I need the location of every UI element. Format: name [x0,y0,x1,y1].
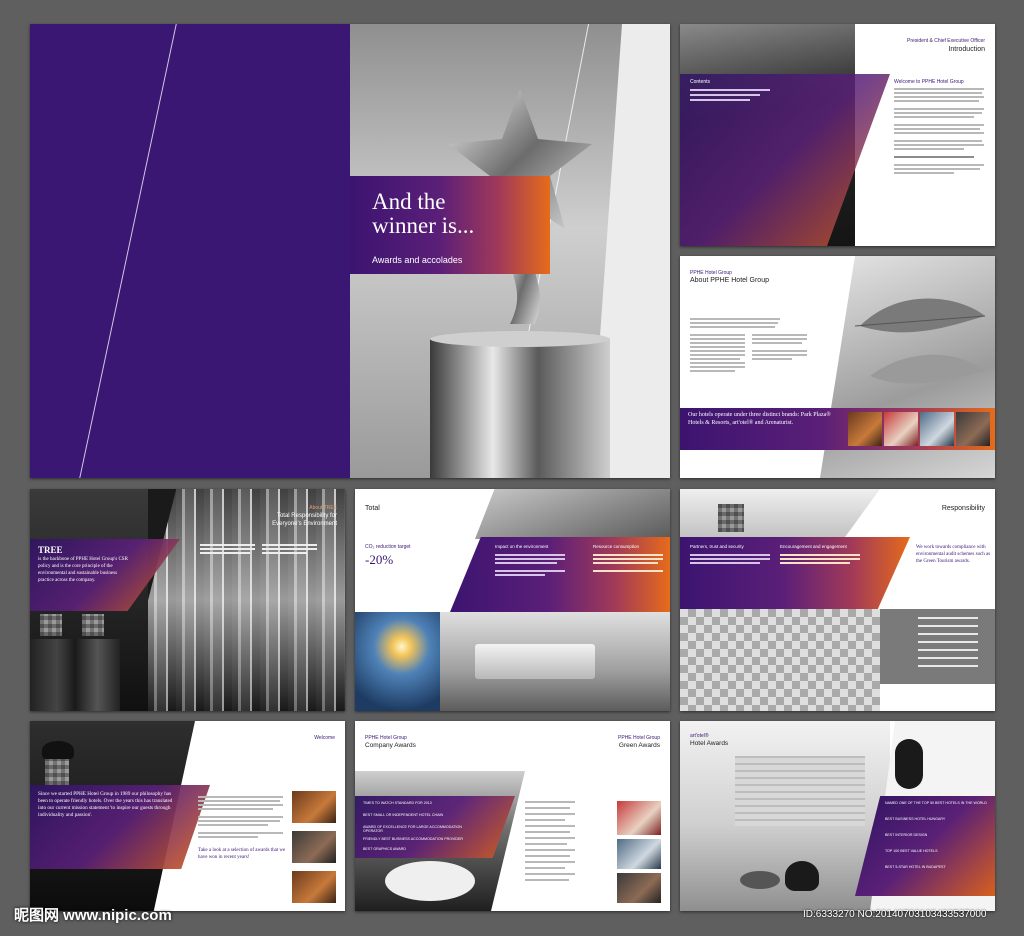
lobby-text-wall [735,756,865,826]
star-trophy-icon [430,89,610,478]
responsibility-spread: Responsibility Partners, trust and secur… [680,489,995,711]
about-thumb-3 [920,412,954,446]
sky-photo [355,612,440,711]
about-title: About PPHE Hotel Group [690,277,769,284]
person-photo-2 [82,614,104,636]
hotel-award-2: BEST BUSINESS HOTEL HUNGARY [885,817,946,821]
resp-quote: We work towards compliance with environm… [916,545,991,564]
company-award-3: AWARD OF EXCELLENCE FOR LARGE ACCOMMODAT… [363,825,462,833]
hotel-award-1: NAMED ONE OF THE TOP 50 BEST HOTELS IN T… [885,801,987,805]
person-photo-3 [718,504,744,532]
green-thumb-2 [617,839,661,869]
green-thumb-3 [617,873,661,903]
resp-grey-panel [880,609,995,684]
checker-photo [680,609,880,711]
conference-table [385,861,475,901]
people-bodies [30,639,120,711]
hotel-award-3: BEST INTERIOR DESIGN [885,833,928,837]
about-kicker: PPHE Hotel Group [690,270,732,276]
about-thumb-4 [956,412,990,446]
welcome-thumb-1 [292,791,336,823]
resp-col1-heading: Partners, trust and security [690,544,744,549]
about-brands-text: Our hotels operate under three distinct … [688,412,831,426]
green-awards-kicker: PPHE Hotel Group [618,735,660,741]
intro-kicker: President & Chief Executive Officer [907,38,985,44]
intro-spread: Contents President & Chief Executive Off… [680,24,995,246]
company-award-4: FRIENDLY BEST BUSINESS ACCOMMODATION PRO… [363,837,463,841]
cover-title-line1: And the [372,189,446,214]
hotel-awards-spread: art'otel® Hotel Awards NAMED ONE OF THE … [680,721,995,911]
total-col2-heading: Resource consumption [593,544,640,549]
company-awards-kicker: PPHE Hotel Group [365,735,407,741]
total-stat-value: -20% [365,552,394,567]
hotel-awards-title: Hotel Awards [690,740,729,747]
cover-subtitle: Awards and accolades [372,255,463,265]
green-awards-title: Green Awards [618,742,660,749]
lobby-chair-icon-2 [740,871,780,889]
cover-purple-panel [30,24,350,478]
about-spread: PPHE Hotel Group About PPHE Hotel Group … [680,256,995,478]
responsibility-title: Responsibility [941,505,985,512]
resp-col2-heading: Encouragement and engagement [780,544,847,549]
about-thumb-2 [884,412,918,446]
person-photo-1 [40,614,62,636]
company-awards-spread: PPHE Hotel Group Company Awards PPHE Hot… [355,721,670,911]
intro-title: Introduction [948,46,985,53]
total-photo-top [475,489,670,539]
company-award-2: BEST SMALL OR INDEPENDENT HOTEL CHAIN [363,813,444,817]
intro-heading: Welcome to PPHE Hotel Group [894,79,964,85]
welcome-cta: Take a look at a selection of awards tha… [198,848,286,860]
green-thumb-1 [617,801,661,835]
about-thumb-1 [848,412,882,446]
tree-heading: TREE [38,545,63,555]
tree-kicker: About TREE [309,505,337,511]
leaf-icon [854,298,986,384]
hat-icon [42,741,74,759]
company-award-5: BEST GRAPHICS AWARD [363,847,406,851]
tree-title-line1: Total Responsibility for [276,513,337,519]
lounge-sofa [475,644,595,679]
tree-body: is the backbone of PPHE Hotel Group's CS… [38,557,128,583]
total-col1-heading: Impact on the environment [495,544,549,549]
hotel-award-4: TOP 100 BEST VALUE HOTELS [885,849,938,853]
welcome-title: Welcome [314,735,335,741]
dial-icon [895,739,923,789]
hotel-awards-kicker: art'otel® [690,733,709,739]
person-photo-4 [45,759,69,785]
lobby-chair-icon [785,861,819,891]
hotel-award-5: BEST 5-STAR HOTEL IN BUDAPEST [885,865,946,869]
welcome-spread: Since we started PPHE Hotel Group in 198… [30,721,345,911]
cover-spread: And the winner is... Awards and accolade… [30,24,670,478]
nipic-logo: 昵图网 www.nipic.com [14,907,172,924]
welcome-thumb-2 [292,831,336,863]
welcome-thumb-3 [292,871,336,903]
total-spread: Total CO₂ reduction target -20% Impact o… [355,489,670,711]
intro-contents-label: Contents [690,79,711,85]
tree-spread: TREE is the backbone of PPHE Hotel Group… [30,489,345,711]
nipic-id: ID:6333270 NO:20140703103433537000 [803,909,987,920]
welcome-quote: Since we started PPHE Hotel Group in 198… [38,791,173,818]
company-award-1: TIMES TO WATCH STANDARD FOR 2013 [363,801,432,805]
cover-title-line2: winner is... [372,213,475,238]
resp-photo-top [680,489,880,544]
total-stat-label: CO₂ reduction target [365,544,411,550]
tree-title-line2: Everyone's Environment [272,521,337,527]
total-title: Total [365,505,380,512]
company-awards-title: Company Awards [365,742,416,749]
